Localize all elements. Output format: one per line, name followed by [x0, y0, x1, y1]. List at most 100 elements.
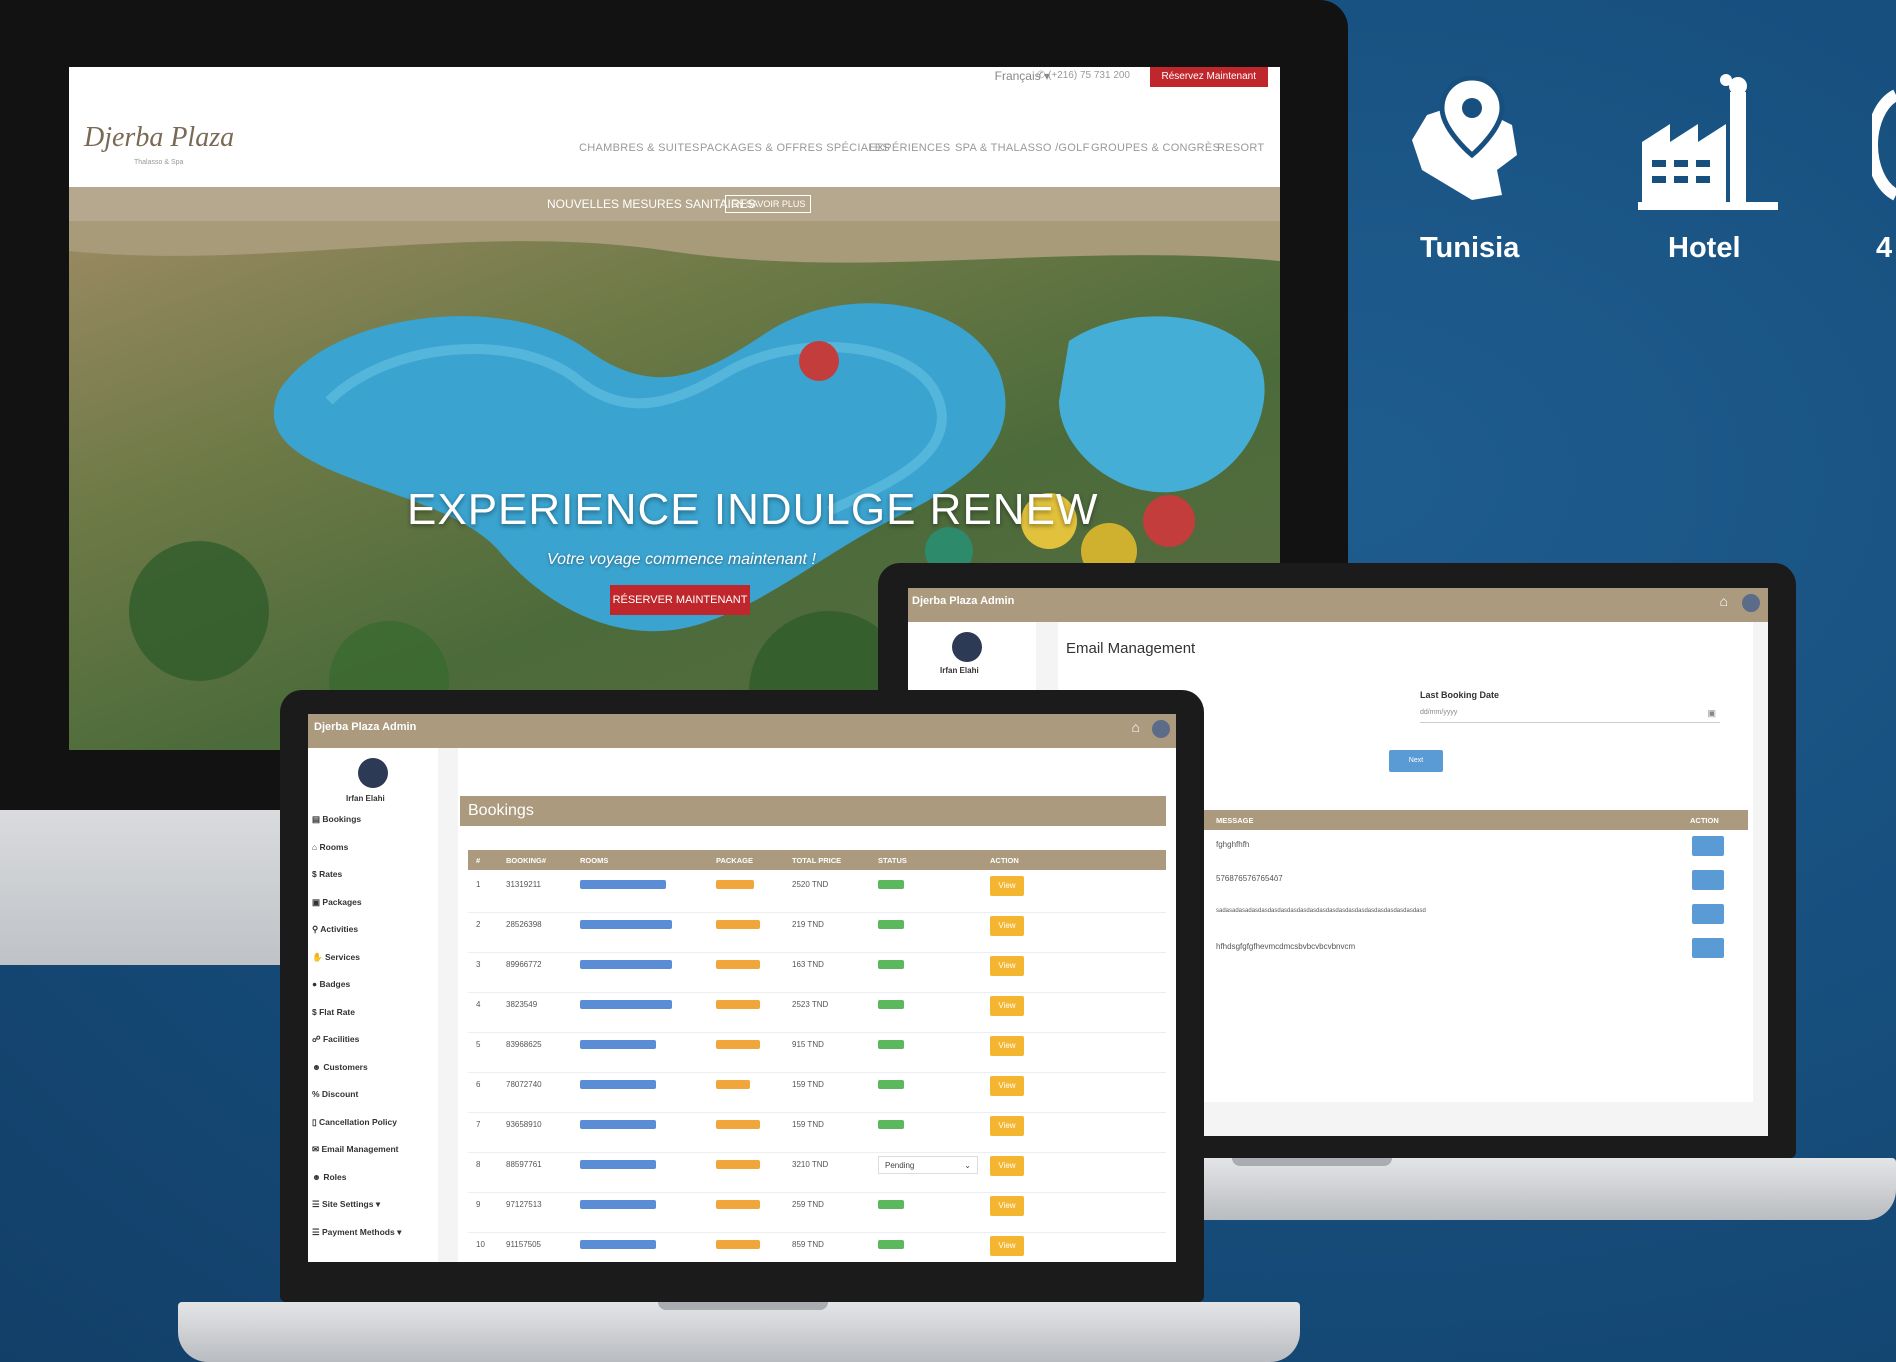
sidebar-item-flat-rate[interactable]: $ Flat Rate: [312, 1007, 434, 1035]
table-row: 5 83968625 915 TND View: [468, 1032, 1166, 1073]
table-row: 9 97127513 259 TND View: [468, 1192, 1166, 1233]
view-eye-button[interactable]: [1692, 904, 1724, 924]
view-button[interactable]: View: [990, 996, 1024, 1016]
view-button[interactable]: View: [990, 956, 1024, 976]
package-badge: [716, 1160, 760, 1169]
row-booking-id: 93658910: [506, 1120, 542, 1129]
calendar-icon[interactable]: ▣: [1707, 704, 1716, 722]
row-message: hfhdsgfgfgfhevmcdmcsbvbcvbcvbnvcm: [1216, 942, 1356, 951]
view-button[interactable]: View: [990, 916, 1024, 936]
last-booking-date-input[interactable]: dd/mm/yyyy ▣: [1420, 704, 1720, 723]
row-booking-id: 88597761: [506, 1160, 542, 1169]
badge-rating-label: 4: [1876, 232, 1893, 264]
row-number: 8: [476, 1160, 481, 1169]
sidebar-item-email-management[interactable]: ✉ Email Management: [312, 1144, 434, 1172]
row-total-price: 2520 TND: [792, 880, 829, 889]
package-badge: [716, 880, 754, 889]
room-badge: [580, 1160, 656, 1169]
row-total-price: 3210 TND: [792, 1160, 829, 1169]
hotel-logo[interactable]: Djerba Plaza: [84, 122, 234, 154]
view-button[interactable]: View: [990, 1196, 1024, 1216]
avatar[interactable]: [1152, 720, 1170, 738]
sidebar-menu: ▤ Bookings ⌂ Rooms $ Rates ▣ Packages ⚲ …: [312, 814, 434, 1254]
sidebar-item-cancellation-policy[interactable]: ▯ Cancellation Policy: [312, 1117, 434, 1145]
top-reserve-button[interactable]: Réservez Maintenant: [1149, 67, 1268, 87]
view-button[interactable]: View: [990, 1156, 1024, 1176]
sidebar-item-badges[interactable]: ● Badges: [312, 979, 434, 1007]
sidebar-item-services[interactable]: ✋ Services: [312, 952, 434, 980]
hero-subtitle: Votre voyage commence maintenant !: [547, 551, 816, 568]
table-row: 2 28526398 219 TND View: [468, 912, 1166, 953]
sidebar-item-label: Discount: [321, 1089, 359, 1099]
view-eye-button[interactable]: [1692, 870, 1724, 890]
row-booking-id: 3823549: [506, 1000, 538, 1009]
row-total-price: 159 TND: [792, 1080, 824, 1089]
nav-packages[interactable]: PACKAGES & OFFRES SPÉCIALES: [700, 142, 890, 154]
sidebar-item-label: Badges: [319, 979, 351, 989]
page-title: Bookings: [460, 796, 1166, 826]
nav-spa[interactable]: SPA & THALASSO /GOLF: [955, 142, 1090, 154]
home-icon[interactable]: ⌂: [1720, 588, 1728, 614]
nav-resort[interactable]: RESORT: [1217, 142, 1264, 154]
sidebar-item-discount[interactable]: % Discount: [312, 1089, 434, 1117]
header-rooms: ROOMS: [580, 856, 609, 865]
row-number: 7: [476, 1120, 481, 1129]
view-button[interactable]: View: [990, 1076, 1024, 1096]
sidebar-item-label: Rates: [319, 869, 343, 879]
view-button[interactable]: View: [990, 1116, 1024, 1136]
hero-reserve-button[interactable]: RÉSERVER MAINTENANT: [610, 585, 750, 615]
avatar[interactable]: [1742, 594, 1760, 612]
sidebar-item-packages[interactable]: ▣ Packages: [312, 897, 434, 925]
header-package: PACKAGE: [716, 856, 753, 865]
website-navbar: Djerba Plaza Thalasso & Spa CHAMBRES & S…: [69, 87, 1280, 188]
row-total-price: 159 TND: [792, 1120, 824, 1129]
sidebar-item-facilities[interactable]: ☍ Facilities: [312, 1034, 434, 1062]
view-button[interactable]: View: [990, 1036, 1024, 1056]
sidebar-item-label: Facilities: [322, 1034, 360, 1044]
sidebar-item-rooms[interactable]: ⌂ Rooms: [312, 842, 434, 870]
room-badge: [580, 960, 672, 969]
status-badge: [878, 1080, 904, 1089]
view-eye-button[interactable]: [1692, 836, 1724, 856]
partial-circle-icon: [1872, 85, 1896, 205]
view-eye-button[interactable]: [1692, 938, 1724, 958]
sidebar-item-label: Rooms: [319, 841, 349, 852]
admin-sidebar: Irfan Elahi ▤ Bookings ⌂ Rooms $ Rates ▣…: [308, 748, 438, 1262]
sidebar-item-site-settings[interactable]: ☰ Site Settings ▾: [312, 1199, 434, 1227]
row-number: 10: [476, 1240, 485, 1249]
covid-learn-more-button[interactable]: EN SAVOIR PLUS: [725, 195, 812, 213]
package-badge: [716, 920, 760, 929]
sidebar-item-payment-methods[interactable]: ☰ Payment Methods ▾: [312, 1227, 434, 1255]
covid-banner: NOUVELLES MESURES SANITAIRES EN SAVOIR P…: [69, 187, 1280, 221]
sidebar-item-label: Email Management: [321, 1144, 399, 1154]
last-booking-label: Last Booking Date: [1420, 690, 1500, 700]
row-number: 3: [476, 960, 481, 969]
status-badge: [878, 1120, 904, 1129]
nav-experiences[interactable]: EXPÉRIENCES: [869, 142, 951, 154]
admin-brand: Djerba Plaza Admin: [314, 721, 417, 733]
row-message: 5768765767654ô7: [1216, 874, 1283, 883]
home-icon[interactable]: ⌂: [1132, 714, 1140, 740]
row-message: sadasadasadasdasdasdasdasdasdasdasdasdas…: [1216, 908, 1426, 914]
nav-rooms[interactable]: CHAMBRES & SUITES: [579, 142, 700, 154]
header-action: ACTION: [990, 856, 1019, 865]
sidebar-item-roles[interactable]: ☻ Roles: [312, 1172, 434, 1200]
row-message: fghghfhfh: [1216, 840, 1250, 849]
view-button[interactable]: View: [990, 876, 1024, 896]
sidebar-item-customers[interactable]: ☻ Customers: [312, 1062, 434, 1090]
laptop-notch: [658, 1302, 828, 1310]
next-button[interactable]: Next: [1389, 750, 1443, 772]
admin-header: Djerba Plaza Admin ⌂: [308, 714, 1176, 748]
status-select[interactable]: Pending ⌄: [878, 1156, 978, 1174]
laptop-bookings-base: [178, 1302, 1300, 1362]
package-badge: [716, 1240, 760, 1249]
sidebar-item-rates[interactable]: $ Rates: [312, 869, 434, 897]
admin-header: Djerba Plaza Admin ⌂: [908, 588, 1768, 622]
nav-groups[interactable]: GROUPES & CONGRÈS: [1091, 142, 1220, 154]
sidebar-item-label: Cancellation Policy: [319, 1116, 397, 1127]
sidebar-item-activities[interactable]: ⚲ Activities: [312, 924, 434, 952]
room-badge: [580, 1200, 656, 1209]
status-badge: [878, 1200, 904, 1209]
view-button[interactable]: View: [990, 1236, 1024, 1256]
sidebar-item-bookings[interactable]: ▤ Bookings: [312, 814, 434, 842]
